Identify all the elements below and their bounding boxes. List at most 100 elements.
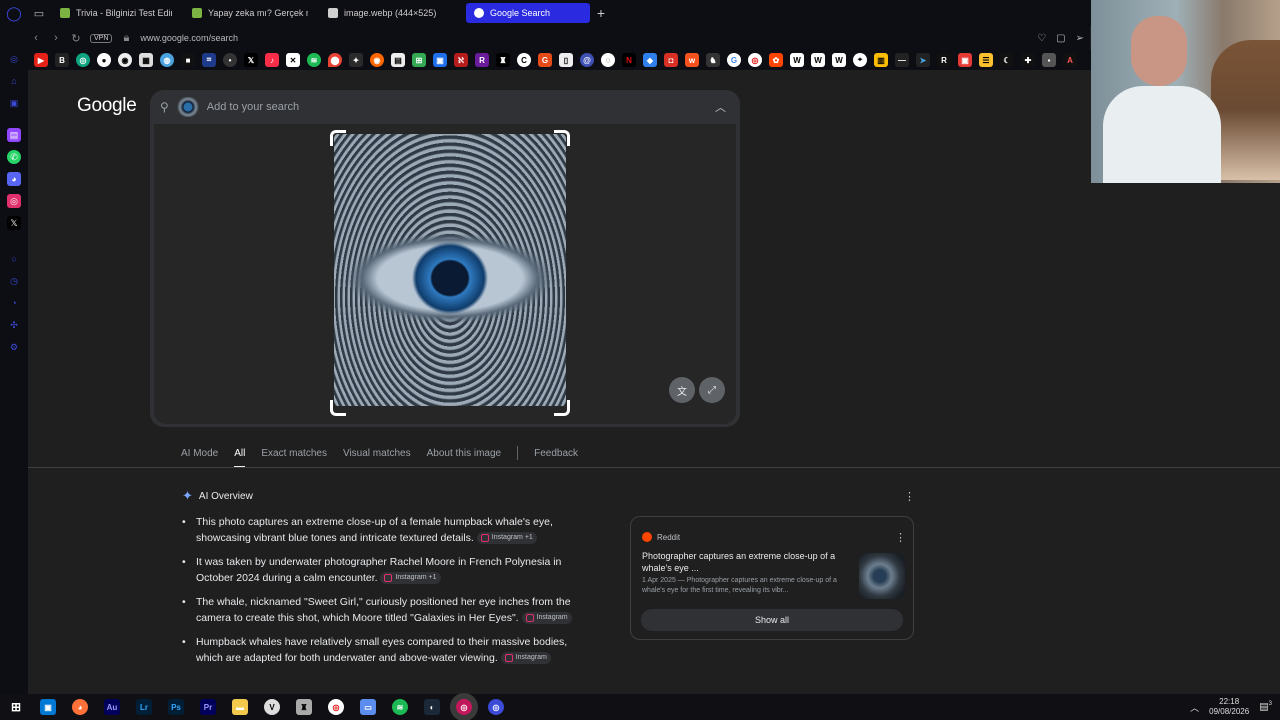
tab-image-webp[interactable]: image.webp (444×525) — [320, 3, 462, 23]
x-bookmark-icon[interactable]: 𝕏 — [244, 53, 258, 67]
app-icon-chess[interactable]: ♜ — [296, 699, 312, 715]
b-bookmark-icon[interactable]: B — [55, 53, 69, 67]
chevron-up-icon[interactable]: ︿ — [1190, 701, 1199, 714]
chevron-up-icon[interactable]: ︿ — [715, 99, 726, 115]
maps-bookmark-icon[interactable]: ⬤ — [328, 53, 342, 67]
clock[interactable]: 22:18 09/08/2026 — [1209, 697, 1249, 717]
grid-bookmark-icon[interactable]: ▤ — [391, 53, 405, 67]
card-title[interactable]: Photographer captures an extreme close-u… — [642, 550, 847, 574]
square-bookmark-icon[interactable]: ▦ — [139, 53, 153, 67]
c-bookmark-icon[interactable]: C — [517, 53, 531, 67]
url-field[interactable]: www.google.com/search — [140, 33, 238, 43]
tab-sidebar-toggle-icon[interactable]: ▭ — [28, 0, 50, 26]
vpn-badge[interactable]: VPN — [90, 33, 113, 43]
reload-icon[interactable]: ↻ — [70, 32, 82, 45]
file-explorer-icon[interactable]: ▬ — [232, 699, 248, 715]
doc-bookmark-icon[interactable]: ▯ — [559, 53, 573, 67]
wiki3-bookmark-icon[interactable]: W — [832, 53, 846, 67]
tab-feedback[interactable]: Feedback — [534, 448, 578, 459]
a-bookmark-icon[interactable]: A — [1063, 53, 1077, 67]
crop-handle-top-right[interactable] — [554, 130, 570, 146]
send-icon[interactable]: ➢ — [1076, 33, 1084, 44]
source-card[interactable]: Reddit ⋮ Photographer captures an extrem… — [630, 516, 914, 640]
tab-visual-matches[interactable]: Visual matches — [343, 448, 411, 459]
compass-bookmark-icon[interactable]: ⌖ — [853, 53, 867, 67]
sidebar-ring-icon[interactable]: ◎ — [7, 52, 21, 66]
tab-trivia[interactable]: Trivia - Bilginizi Test Edin - — [52, 3, 180, 23]
windows-start-icon[interactable]: ⊞ — [8, 699, 24, 715]
discord-icon[interactable]: ◕ — [7, 172, 21, 186]
chrome-bookmark-icon[interactable]: G — [727, 53, 741, 67]
more-options-icon[interactable]: ⋮ — [904, 490, 915, 503]
screenshot-icon[interactable]: ▢ — [1056, 33, 1065, 44]
forward-icon[interactable]: › — [50, 32, 62, 44]
gray-bookmark-icon[interactable]: ▪ — [1042, 53, 1056, 67]
crop-handle-bottom-left[interactable] — [330, 400, 346, 416]
app-icon-store[interactable]: ▣ — [40, 699, 56, 715]
whatsapp-icon[interactable]: ✆ — [7, 150, 21, 164]
spotify-bookmark-icon[interactable]: ≋ — [307, 53, 321, 67]
green-grid-bookmark-icon[interactable]: ⊞ — [412, 53, 426, 67]
search-bar[interactable]: ⚲ Add to your search ︿ — [150, 90, 740, 124]
card-more-icon[interactable]: ⋮ — [895, 531, 906, 544]
circle-bookmark-icon[interactable]: ◉ — [118, 53, 132, 67]
sparkle-bookmark-icon[interactable]: ✦ — [349, 53, 363, 67]
sidebar-box-icon[interactable]: ▣ — [7, 96, 21, 110]
reddit-bookmark-icon[interactable]: ✿ — [769, 53, 783, 67]
sidebar-clock-icon[interactable]: ◷ — [7, 274, 21, 288]
purple-bookmark-icon[interactable]: R — [475, 53, 489, 67]
target-bookmark-icon[interactable]: ◎ — [748, 53, 762, 67]
white-bookmark-icon[interactable]: ● — [97, 53, 111, 67]
app-icon-red-circle[interactable]: ◎ — [328, 699, 344, 715]
ring-bookmark-icon[interactable]: ◌ — [601, 53, 615, 67]
red-n-bookmark-icon[interactable]: ℵ — [454, 53, 468, 67]
app-icon-active-red[interactable]: ◎ — [456, 699, 472, 715]
tab-ai-mode[interactable]: AI Mode — [181, 448, 218, 459]
note-bookmark-icon[interactable]: ▥ — [874, 53, 888, 67]
app-icon-v[interactable]: V — [264, 699, 280, 715]
source-chip[interactable]: Instagram +1 — [380, 572, 441, 585]
back-icon[interactable]: ‹ — [30, 32, 42, 44]
dash-bookmark-icon[interactable]: — — [895, 53, 909, 67]
cross-bookmark-icon[interactable]: ✚ — [1021, 53, 1035, 67]
whale-eye-image[interactable] — [334, 134, 566, 406]
chess-bookmark-icon[interactable]: ♞ — [706, 53, 720, 67]
app-icon-firefox[interactable]: ◕ — [72, 699, 88, 715]
tab-exact-matches[interactable]: Exact matches — [261, 448, 327, 459]
audition-icon[interactable]: Au — [104, 699, 120, 715]
yellow-bookmark-icon[interactable]: ☰ — [979, 53, 993, 67]
browser-taskbar-icon[interactable]: ◎ — [488, 699, 504, 715]
twitch-icon[interactable]: ▤ — [7, 128, 21, 142]
black-bookmark-icon[interactable]: ♜ — [496, 53, 510, 67]
browser-logo-icon[interactable]: ◯ — [0, 0, 28, 26]
r-bookmark-icon[interactable]: R — [937, 53, 951, 67]
bookmark-icon[interactable]: ♡ — [1037, 33, 1046, 44]
frame-bookmark-icon[interactable]: ▣ — [433, 53, 447, 67]
x-icon[interactable]: 𝕏 — [7, 216, 21, 230]
chart-bookmark-icon[interactable]: ⌗ — [202, 53, 216, 67]
wiki2-bookmark-icon[interactable]: W — [811, 53, 825, 67]
source-chip[interactable]: Instagram +1 — [476, 532, 537, 545]
photoshop-icon[interactable]: Ps — [168, 699, 184, 715]
sidebar-shop-icon[interactable]: ⌂ — [7, 74, 21, 88]
lightroom-icon[interactable]: Lr — [136, 699, 152, 715]
search-input[interactable]: Add to your search — [207, 101, 299, 113]
orange-bookmark-icon[interactable]: ◉ — [370, 53, 384, 67]
tab-yapay-zeka[interactable]: Yapay zeka mı? Gerçek mi — [184, 3, 316, 23]
music-bookmark-icon[interactable]: ♪ — [265, 53, 279, 67]
w-orange-bookmark-icon[interactable]: w — [685, 53, 699, 67]
youtube-bookmark-icon[interactable]: ▶ — [34, 53, 48, 67]
query-image-thumbnail[interactable] — [176, 97, 199, 117]
swirl-bookmark-icon[interactable]: @ — [580, 53, 594, 67]
crop-handle-bottom-right[interactable] — [554, 400, 570, 416]
sidebar-circle-icon[interactable]: ○ — [7, 252, 21, 266]
dark-bookmark-icon[interactable]: ■ — [181, 53, 195, 67]
show-all-button[interactable]: Show all — [641, 609, 903, 631]
dot-bookmark-icon[interactable]: • — [223, 53, 237, 67]
red-box-bookmark-icon[interactable]: ▣ — [958, 53, 972, 67]
source-chip[interactable]: Instagram — [500, 652, 551, 665]
translate-icon[interactable]: 文 — [669, 377, 695, 403]
wiki-bookmark-icon[interactable]: W — [790, 53, 804, 67]
select-text-icon[interactable]: ⤢ — [699, 377, 725, 403]
source-chip[interactable]: Instagram — [521, 612, 572, 625]
